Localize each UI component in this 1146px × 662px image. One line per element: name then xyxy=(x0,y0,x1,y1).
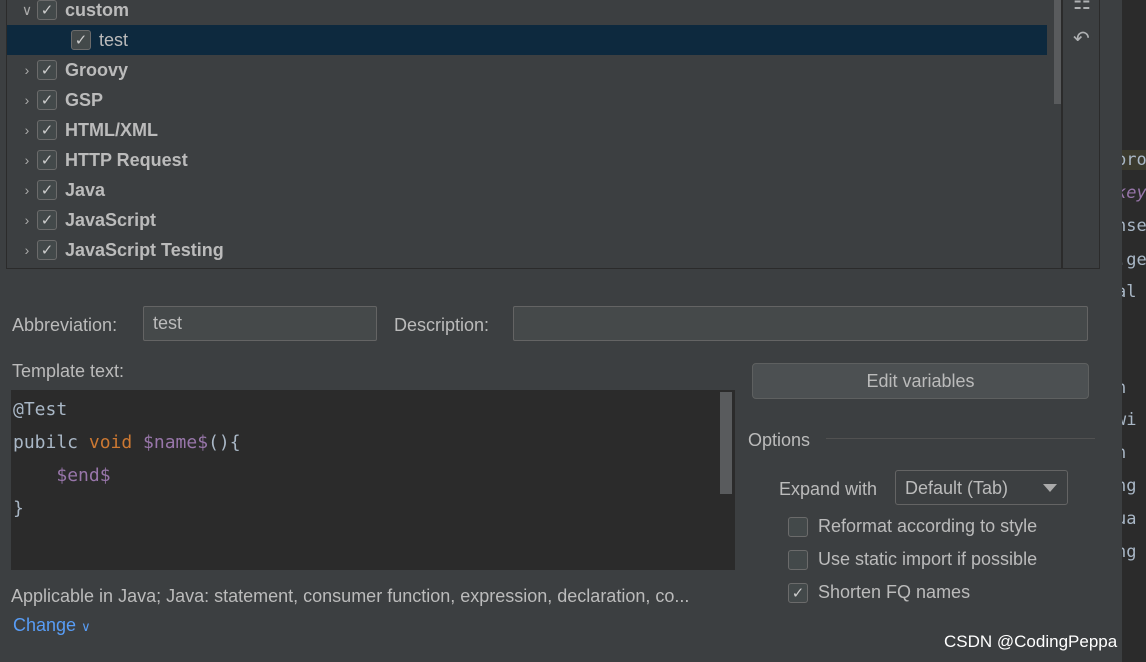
chevron-right-icon[interactable]: › xyxy=(17,182,37,198)
undo-icon[interactable]: ↶ xyxy=(1073,26,1090,51)
watermark: CSDN @CodingPeppa xyxy=(944,632,1118,651)
applicable-contexts: Applicable in Java; Java: statement, con… xyxy=(11,586,690,606)
expand-with-label: Expand with xyxy=(779,479,878,499)
static-import-checkbox[interactable]: Use static import if possible xyxy=(788,549,1037,570)
live-template-dialog: ∨ ✓ custom ✓ test › ✓ Groovy › ✓ GSP › ✓ HTML/XML… xyxy=(0,0,1122,662)
checkbox[interactable]: ✓ xyxy=(71,30,91,50)
checkbox[interactable]: ✓ xyxy=(788,582,808,603)
checkbox[interactable]: ✓ xyxy=(37,60,57,80)
checkbox[interactable]: ✓ xyxy=(37,150,57,170)
shorten-fq-checkbox[interactable]: ✓ Shorten FQ names xyxy=(788,582,970,603)
dropdown-arrow-icon xyxy=(1043,484,1057,492)
template-text-editor[interactable]: @Test pubilc void $name$(){ $end$} xyxy=(11,390,735,570)
checkbox[interactable] xyxy=(788,549,808,570)
chevron-down-icon: ∨ xyxy=(81,619,91,634)
template-tree[interactable]: ∨ ✓ custom ✓ test › ✓ Groovy › ✓ GSP › ✓ HTML/XML… xyxy=(6,0,1062,269)
template-text-label: Template text: xyxy=(12,361,125,381)
options-title: Options xyxy=(748,430,811,450)
expand-with-select[interactable]: Default (Tab) xyxy=(895,470,1068,505)
chevron-right-icon[interactable]: › xyxy=(17,92,37,108)
checkbox[interactable]: ✓ xyxy=(37,180,57,200)
tree-group-html-xml[interactable]: › ✓ HTML/XML xyxy=(7,115,1047,145)
edit-variables-button[interactable]: Edit variables xyxy=(752,363,1089,399)
chevron-right-icon[interactable]: › xyxy=(17,62,37,78)
tree-group-gsp[interactable]: › ✓ GSP xyxy=(7,85,1047,115)
chevron-right-icon[interactable]: › xyxy=(17,152,37,168)
abbreviation-label: Abbreviation: xyxy=(12,315,118,335)
copy-icon[interactable]: ☷ xyxy=(1073,0,1091,15)
chevron-down-icon[interactable]: ∨ xyxy=(17,2,37,19)
tree-group-http-request[interactable]: › ✓ HTTP Request xyxy=(7,145,1047,175)
description-label: Description: xyxy=(394,315,490,335)
checkbox[interactable]: ✓ xyxy=(37,0,57,20)
description-input[interactable] xyxy=(513,306,1088,341)
divider xyxy=(826,438,1095,439)
checkbox[interactable]: ✓ xyxy=(37,90,57,110)
chevron-right-icon[interactable]: › xyxy=(17,242,37,258)
tree-group-custom[interactable]: ∨ ✓ custom xyxy=(7,0,1047,25)
tree-group-groovy[interactable]: › ✓ Groovy xyxy=(7,55,1047,85)
checkbox[interactable]: ✓ xyxy=(37,210,57,230)
reformat-checkbox[interactable]: Reformat according to style xyxy=(788,516,1037,537)
chevron-right-icon[interactable]: › xyxy=(17,212,37,228)
change-link[interactable]: Change ∨ xyxy=(13,615,91,636)
checkbox[interactable]: ✓ xyxy=(37,240,57,260)
editor-scrollbar[interactable] xyxy=(720,392,732,494)
tree-toolbar: ☷ ↶ xyxy=(1062,0,1100,269)
tree-group-javascript[interactable]: › ✓ JavaScript xyxy=(7,205,1047,235)
tree-item-test[interactable]: ✓ test xyxy=(7,25,1047,55)
chevron-right-icon[interactable]: › xyxy=(17,122,37,138)
background-editor: pro key nse .ge al f n wi n ng ua ng xyxy=(1122,0,1146,662)
tree-scrollbar[interactable] xyxy=(1054,0,1061,104)
abbreviation-input[interactable]: test xyxy=(143,306,377,341)
tree-group-java[interactable]: › ✓ Java xyxy=(7,175,1047,205)
tree-group-javascript-testing[interactable]: › ✓ JavaScript Testing xyxy=(7,235,1047,265)
checkbox[interactable] xyxy=(788,516,808,537)
checkbox[interactable]: ✓ xyxy=(37,120,57,140)
